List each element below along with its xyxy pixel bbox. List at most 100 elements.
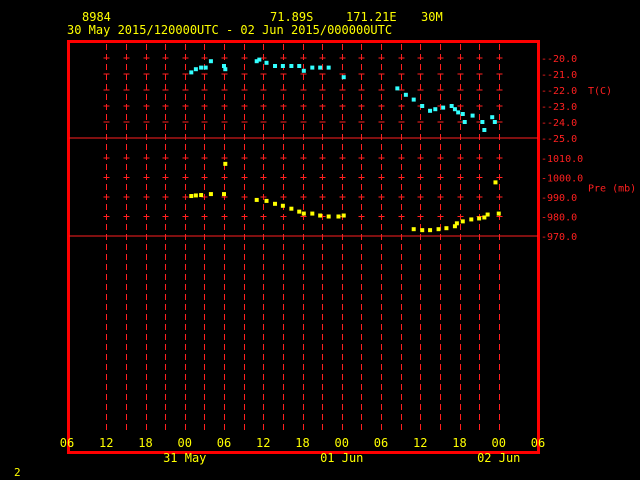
- temperature-series: [189, 57, 497, 132]
- grid: [69, 44, 538, 430]
- pressure-point: [280, 203, 285, 208]
- hour-tick-label: 12: [413, 436, 427, 450]
- pressure-point: [223, 161, 228, 166]
- pressure-point: [428, 228, 433, 233]
- temperature-axis: --20.0 --21.0 --22.0 --23.0 --24.0 --25.0 T(C): [541, 54, 612, 145]
- hour-tick-label: 06: [60, 436, 74, 450]
- temperature-point: [433, 107, 438, 112]
- temperature-point: [490, 115, 495, 120]
- temperature-point: [441, 105, 446, 110]
- pressure-point: [199, 193, 204, 198]
- date-tick-label: 01 Jun: [320, 451, 363, 465]
- pressure-point: [493, 180, 498, 185]
- temperature-point: [395, 86, 400, 91]
- pres-tick-label: -980.0: [541, 213, 577, 224]
- temp-tick-label: --25.0: [541, 134, 577, 145]
- temperature-point: [428, 108, 433, 113]
- temperature-point: [470, 113, 475, 118]
- meteogram-chart: 8984 71.89S 171.21E 30M 30 May 2015/1200…: [14, 10, 636, 479]
- temperature-point: [480, 120, 485, 124]
- hour-tick-label: 18: [138, 436, 152, 450]
- temperature-point: [492, 120, 497, 124]
- temperature-point: [420, 104, 425, 108]
- temperature-point: [403, 92, 408, 97]
- temperature-point: [203, 65, 208, 70]
- pressure-point: [301, 211, 306, 216]
- pressure-point: [454, 221, 459, 226]
- level: 30M: [421, 10, 443, 24]
- pressure-point: [469, 217, 474, 222]
- temperature-point: [318, 65, 323, 70]
- pressure-point: [460, 219, 465, 224]
- temperature-point: [223, 67, 228, 72]
- temperature-point: [273, 64, 278, 68]
- temperature-point: [264, 60, 269, 65]
- temperature-point: [326, 65, 331, 70]
- time-axis: 06 12 18 00 06 12 18 00 06 12 18 00 06 31 May 01 Jun 02…: [60, 436, 545, 465]
- temperature-point: [310, 65, 315, 70]
- pressure-point: [208, 192, 213, 197]
- pressure-point: [297, 209, 302, 214]
- temperature-point: [289, 64, 294, 68]
- pressure-point: [420, 228, 425, 233]
- pressure-point: [436, 227, 441, 232]
- pressure-point: [341, 213, 346, 218]
- temperature-point: [193, 67, 198, 72]
- hour-tick-label: 12: [99, 436, 113, 450]
- pressure-point: [273, 201, 278, 206]
- hour-tick-label: 00: [492, 436, 506, 450]
- temperature-point: [482, 128, 487, 132]
- time-period: 30 May 2015/120000UTC - 02 Jun 2015/0000…: [67, 23, 392, 37]
- temp-tick-label: --21.0: [541, 70, 577, 81]
- temperature-point: [456, 110, 461, 115]
- station-id: 8984: [82, 10, 111, 24]
- pressure-point: [222, 192, 226, 197]
- latitude: 71.89S: [270, 10, 313, 24]
- pressure-point: [496, 211, 501, 216]
- corner-label: 2: [14, 466, 21, 479]
- pressure-point: [193, 193, 198, 198]
- temp-tick-label: --23.0: [541, 102, 577, 113]
- pressure-point: [318, 213, 323, 218]
- temperature-point: [199, 65, 204, 70]
- temperature-point: [462, 120, 467, 124]
- pressure-point: [189, 194, 194, 199]
- temperature-point: [411, 97, 416, 102]
- hour-tick-label: 06: [374, 436, 388, 450]
- pres-tick-label: -970.0: [541, 232, 577, 243]
- pres-tick-label: -1000.0: [541, 174, 583, 185]
- pres-tick-label: -1010.0: [541, 154, 583, 165]
- pres-tick-label: -990.0: [541, 193, 577, 204]
- hour-tick-label: 18: [452, 436, 466, 450]
- temp-tick-label: --20.0: [541, 54, 577, 65]
- temperature-point: [189, 70, 194, 75]
- hour-tick-label: 06: [531, 436, 545, 450]
- pressure-point: [477, 216, 482, 221]
- temp-tick-label: --24.0: [541, 118, 577, 129]
- hour-tick-label: 00: [178, 436, 192, 450]
- hour-tick-label: 12: [256, 436, 270, 450]
- temp-axis-label: T(C): [588, 86, 612, 97]
- pressure-point: [254, 197, 259, 202]
- pressure-point: [264, 198, 269, 203]
- hour-tick-label: 00: [335, 436, 349, 450]
- temperature-point: [208, 59, 213, 64]
- temperature-point: [280, 64, 285, 68]
- temp-tick-label: --22.0: [541, 86, 577, 97]
- pressure-point: [444, 226, 449, 231]
- temperature-point: [341, 75, 346, 80]
- pressure-point: [326, 214, 331, 219]
- pressure-point: [289, 206, 294, 211]
- pressure-point: [310, 211, 315, 216]
- temperature-point: [301, 68, 306, 73]
- pressure-point: [411, 227, 416, 232]
- date-tick-label: 31 May: [163, 451, 206, 465]
- longitude: 171.21E: [346, 10, 397, 24]
- pres-axis-label: Pre (mb): [588, 183, 636, 194]
- temperature-point: [257, 57, 262, 62]
- pressure-axis: -1010.0 -1000.0 -990.0 -980.0 -970.0 Pre (mb): [541, 154, 636, 243]
- pressure-point: [336, 214, 341, 219]
- temperature-point: [460, 112, 465, 116]
- hour-tick-label: 06: [217, 436, 231, 450]
- pressure-point: [485, 212, 490, 217]
